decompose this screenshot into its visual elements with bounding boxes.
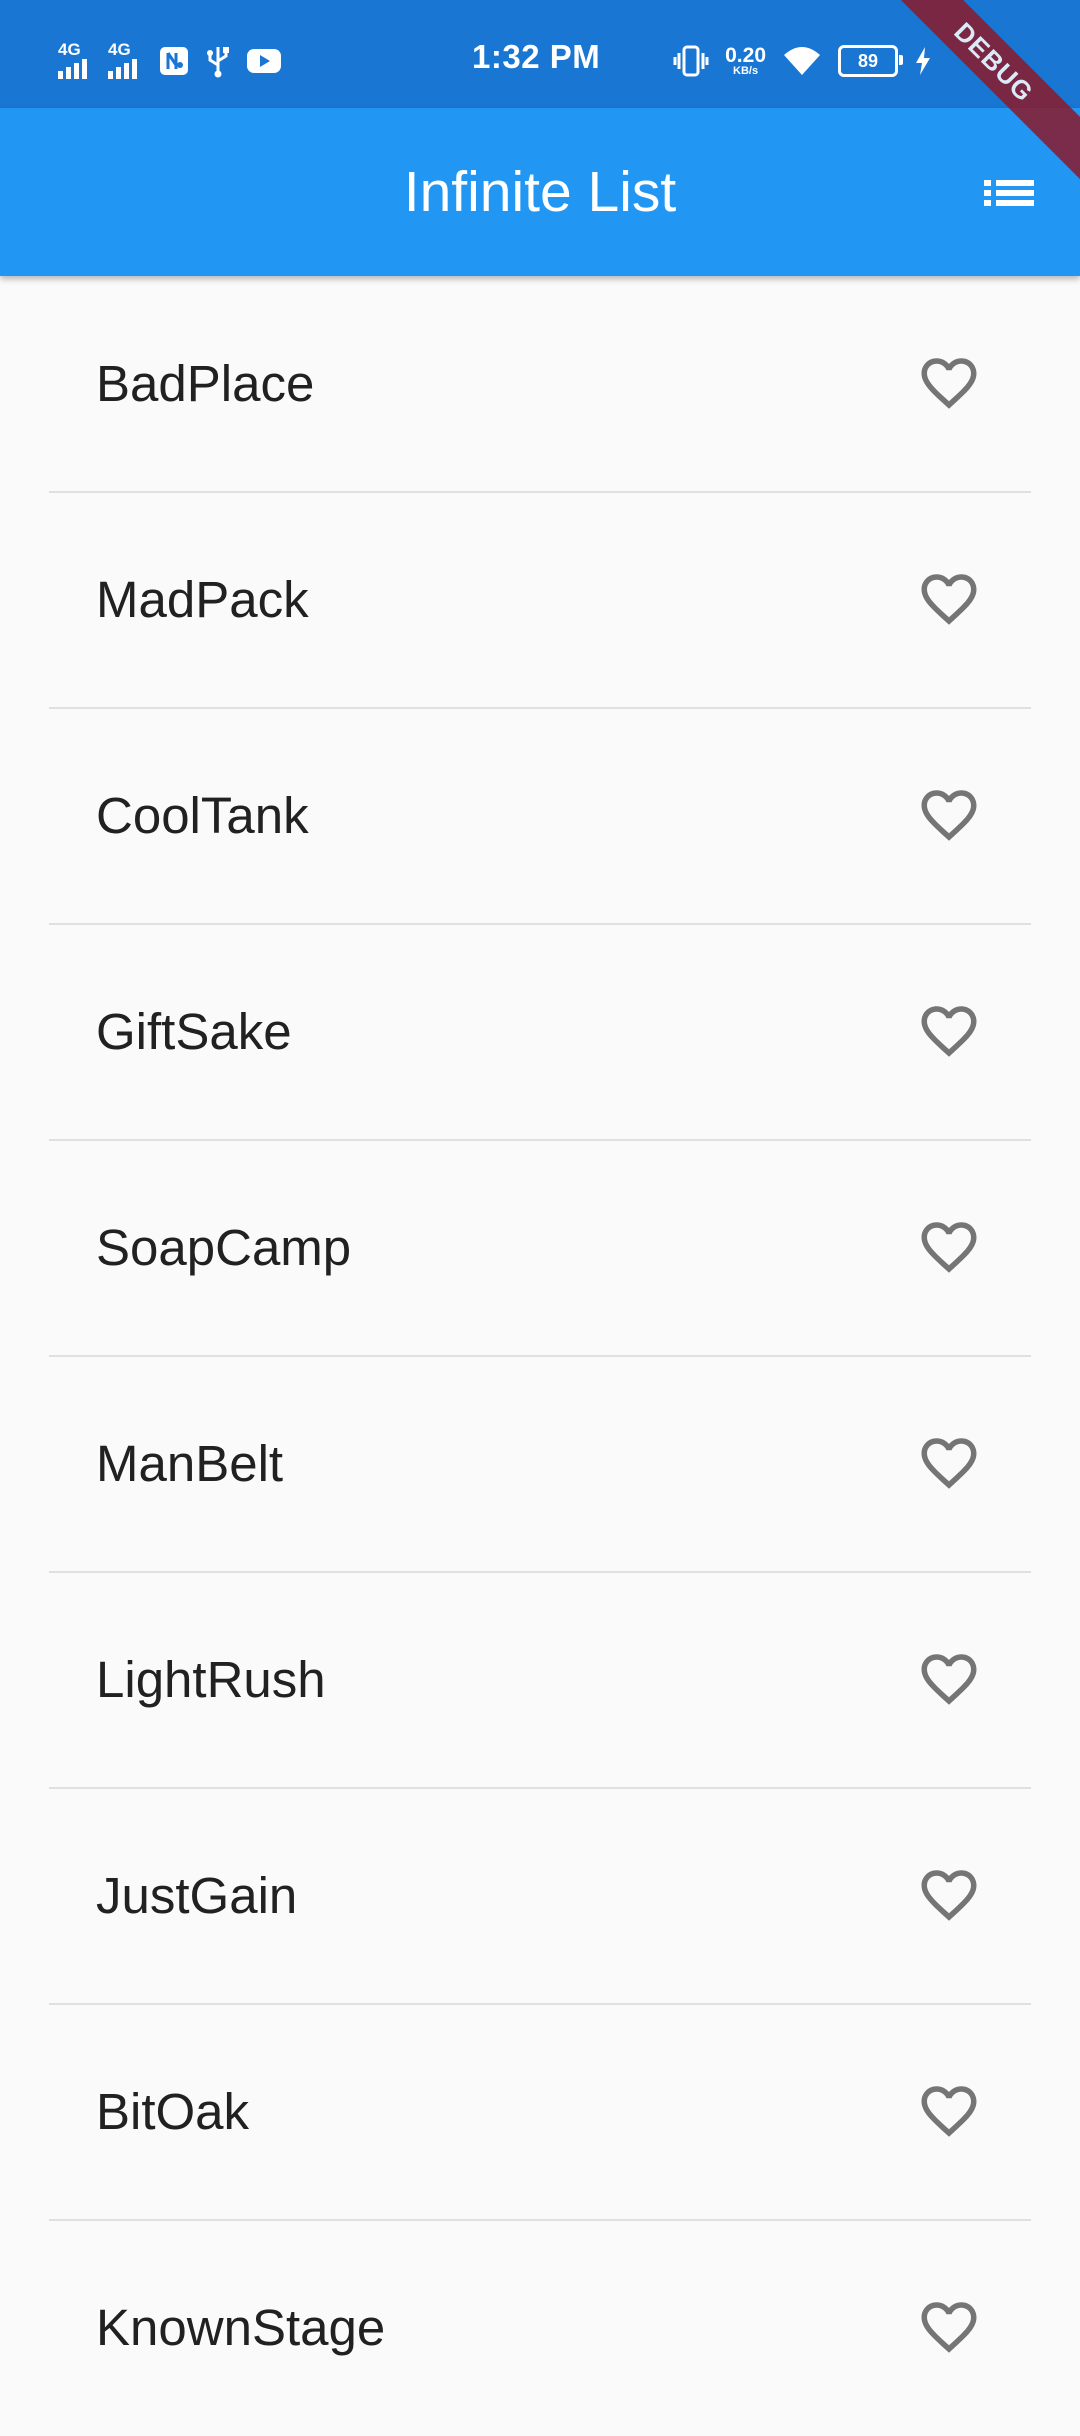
heart-outline-icon[interactable]: [916, 1646, 982, 1712]
sim-4g-icon: 4G: [58, 40, 94, 79]
list-item[interactable]: GiftSake: [0, 924, 1080, 1140]
list-item[interactable]: BadPlace: [0, 276, 1080, 492]
sim-4g-icon: 4G: [108, 40, 144, 79]
list-item-label: BadPlace: [96, 355, 315, 412]
heart-outline-icon[interactable]: [916, 2078, 982, 2144]
list-item[interactable]: MadPack: [0, 492, 1080, 708]
list-item[interactable]: KnownStage: [0, 2220, 1080, 2436]
heart-outline-icon[interactable]: [916, 1862, 982, 1928]
list-item-label: SoapCamp: [96, 1219, 352, 1276]
list-item[interactable]: CoolTank: [0, 708, 1080, 924]
sim2-label: 4G: [108, 40, 131, 59]
list-item-label: BitOak: [96, 2083, 250, 2140]
app-title: Infinite List: [403, 160, 677, 224]
list-item-label: LightRush: [96, 1651, 326, 1708]
saved-list-button[interactable]: [978, 162, 1042, 222]
wifi-icon: [784, 47, 820, 75]
list-item-label: CoolTank: [96, 787, 309, 844]
status-clock: 1:32 PM: [472, 38, 601, 75]
list-icon: [984, 180, 1034, 206]
sim1-label: 4G: [58, 40, 81, 59]
list-item[interactable]: BitOak: [0, 2004, 1080, 2220]
list-item-label: MadPack: [96, 571, 309, 628]
heart-outline-icon[interactable]: [916, 1430, 982, 1496]
vibrate-icon: [673, 45, 709, 77]
app-bar: Infinite List: [0, 108, 1080, 276]
list-item-label: GiftSake: [96, 1003, 292, 1060]
list-item-label: JustGain: [96, 1867, 298, 1924]
heart-outline-icon[interactable]: [916, 1214, 982, 1280]
list-item[interactable]: LightRush: [0, 1572, 1080, 1788]
youtube-icon: [247, 49, 281, 73]
nfc-icon: [160, 47, 188, 75]
word-pair-list[interactable]: BadPlace MadPack CoolTank GiftSake SoapC…: [0, 276, 1080, 2436]
list-item-label: KnownStage: [96, 2299, 386, 2356]
heart-outline-icon[interactable]: [916, 350, 982, 416]
charging-icon: [916, 47, 930, 75]
heart-outline-icon[interactable]: [916, 998, 982, 1064]
heart-outline-icon[interactable]: [916, 782, 982, 848]
heart-outline-icon[interactable]: [916, 566, 982, 632]
list-item[interactable]: SoapCamp: [0, 1140, 1080, 1356]
battery-icon: 89: [838, 45, 903, 77]
list-item[interactable]: JustGain: [0, 1788, 1080, 2004]
list-item[interactable]: ManBelt: [0, 1356, 1080, 1572]
usb-icon: [207, 47, 229, 78]
list-item-label: ManBelt: [96, 1435, 284, 1492]
heart-outline-icon[interactable]: [916, 2294, 982, 2360]
network-speed: 0.20 KB/s: [725, 45, 766, 77]
battery-level: 89: [857, 50, 879, 71]
network-speed-value: 0.20: [725, 44, 766, 67]
network-speed-unit: KB/s: [733, 65, 759, 77]
